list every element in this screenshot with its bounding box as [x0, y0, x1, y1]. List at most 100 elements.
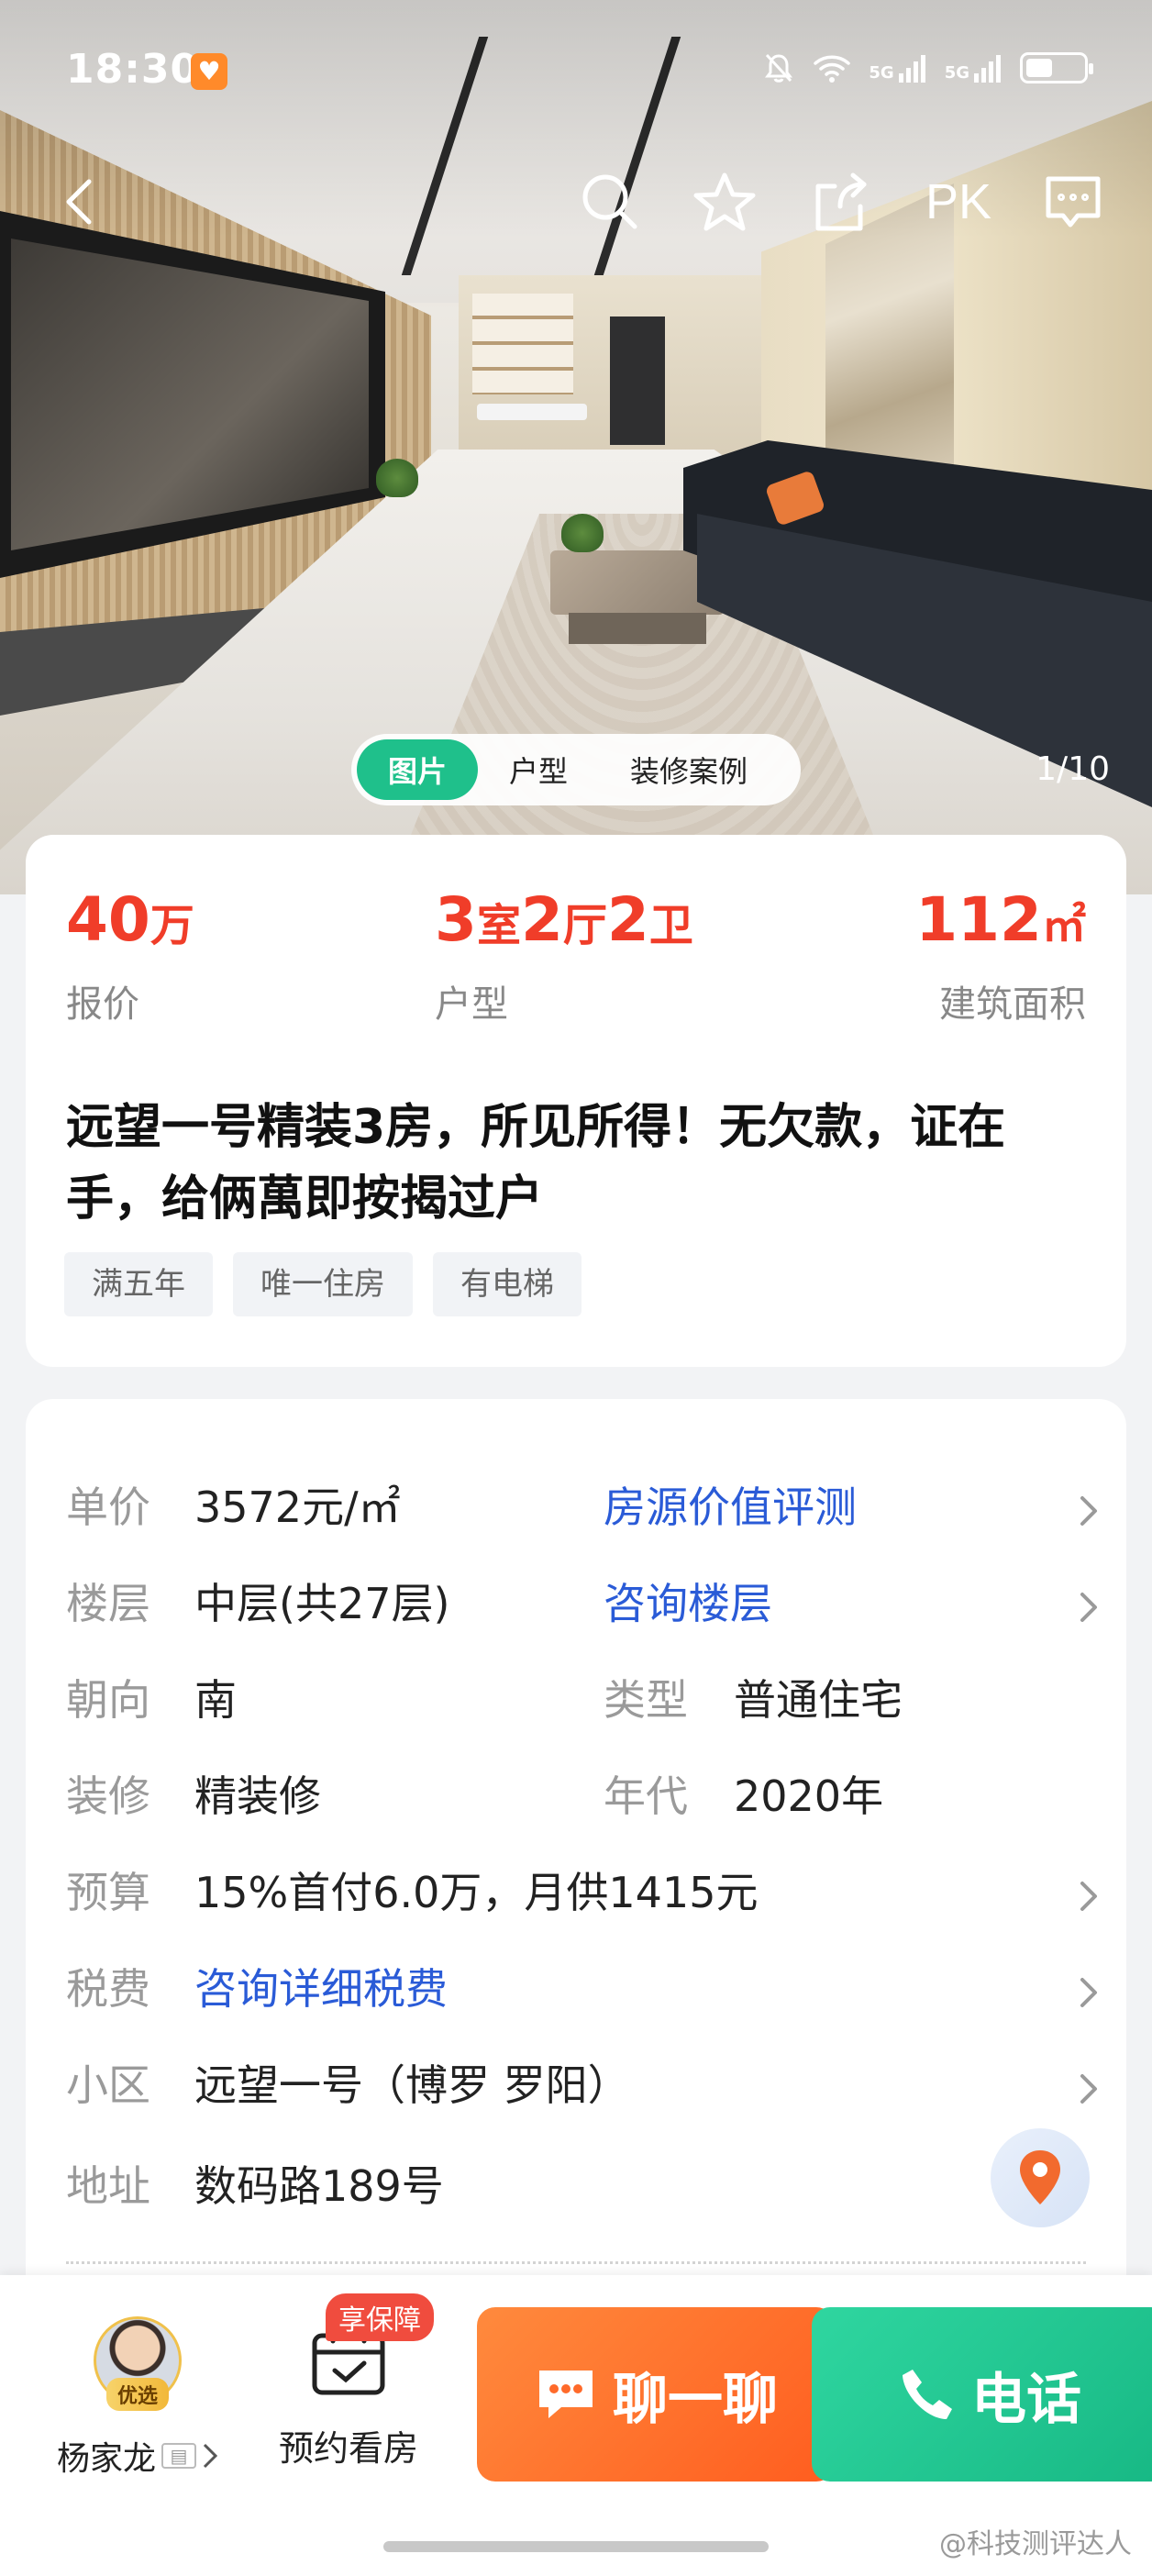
battery-icon: [1020, 52, 1093, 83]
media-tabs: 图片 户型 装修案例: [351, 734, 801, 805]
details-card: 单价 3572元/㎡ 房源价值评测 楼层 中层(共27层) 咨询楼层 朝向 南 …: [26, 1399, 1126, 2316]
consult-floor-link[interactable]: 咨询楼层: [604, 1571, 772, 1631]
summary-card: 40万 报价 3室2厅2卫 户型 112㎡ 建筑面积 远望一号精装3房，所见所得…: [26, 835, 1126, 1367]
unit-price-label: 单价: [66, 1482, 150, 1532]
rooms-unit: 室: [476, 900, 521, 951]
appointment-label: 预约看房: [278, 2428, 418, 2469]
top-nav: PK: [0, 161, 1152, 243]
status-bar: 18:30 ♥ 5G 5G: [0, 0, 1152, 147]
tag: 有电梯: [433, 1252, 582, 1316]
pk-label: PK: [925, 174, 992, 229]
chevron-right-icon[interactable]: [1079, 1970, 1099, 2007]
layout-value: 3室2厅2卫: [435, 890, 693, 950]
address-value: 数码路189号: [194, 2161, 444, 2211]
orientation-value: 南: [194, 1675, 237, 1725]
network-type-label: 5G: [869, 63, 894, 83]
cell-signal-1: 5G: [869, 53, 927, 83]
pk-compare-button[interactable]: PK: [913, 161, 1004, 243]
avatar[interactable]: 优选: [94, 2316, 182, 2411]
price-number: 40: [66, 884, 150, 955]
area-number: 112: [915, 884, 1042, 955]
year-value: 2020年: [734, 1771, 884, 1821]
id-card-icon: ▤: [161, 2443, 196, 2469]
address-label: 地址: [66, 2161, 150, 2211]
chevron-left-icon: [66, 179, 92, 225]
agent-profile[interactable]: 优选 杨家龙 ▤: [37, 2316, 238, 2480]
heart-icon: ♥: [191, 53, 227, 90]
back-button[interactable]: [46, 161, 110, 243]
chevron-right-icon[interactable]: [1079, 1873, 1099, 1911]
listing-title: 远望一号精装3房，所见所得！无欠款，证在手，给俩萬即按揭过户: [66, 1100, 1006, 1227]
photo-doorway: [610, 316, 665, 445]
location-pin-icon: [1020, 2150, 1060, 2204]
tab-photos[interactable]: 图片: [357, 739, 479, 800]
tax-label: 税费: [66, 1964, 150, 2014]
floor-label: 楼层: [66, 1579, 150, 1628]
orientation-label: 朝向: [66, 1675, 150, 1725]
rooms-number: 3: [435, 884, 477, 955]
search-button[interactable]: [569, 161, 651, 243]
divider: [66, 2261, 1086, 2264]
area-value: 112㎡: [915, 890, 1086, 950]
message-button[interactable]: [1032, 161, 1114, 243]
chevron-right-icon[interactable]: [1079, 2066, 1099, 2104]
tab-decoration-cases[interactable]: 装修案例: [599, 739, 779, 800]
phone-icon: [903, 2370, 952, 2419]
budget-row[interactable]: 预算 15%首付6.0万，月供1415元: [66, 1853, 1102, 1926]
photo-coffee-table-base: [569, 613, 706, 644]
share-icon: [815, 172, 867, 231]
chevron-right-icon[interactable]: [1079, 1584, 1099, 1622]
type-label: 类型: [604, 1675, 688, 1725]
community-value: 远望一号（博罗 罗阳）: [194, 2060, 630, 2110]
network-type-label: 5G: [944, 63, 969, 83]
halls-unit: 厅: [562, 900, 607, 951]
area-unit: ㎡: [1041, 900, 1086, 951]
community-label: 小区: [66, 2060, 150, 2110]
consult-tax-link[interactable]: 咨询详细税费: [194, 1956, 448, 2016]
decoration-value: 精装修: [194, 1771, 321, 1821]
unit-price-row: 单价 3572元/㎡ 房源价值评测: [66, 1468, 1102, 1541]
agent-name-row[interactable]: 杨家龙 ▤: [37, 2432, 238, 2480]
agent-name: 杨家龙: [56, 2440, 156, 2478]
bottom-action-bar: 优选 杨家龙 ▤ 预约看房 享保障 聊一聊 电话 @科技测评达人: [0, 2275, 1152, 2576]
battery-level: [1026, 59, 1052, 77]
price-stat: 40万 报价: [66, 890, 194, 1027]
call-button[interactable]: 电话: [812, 2307, 1152, 2482]
layout-label: 户型: [435, 983, 508, 1026]
chevron-right-icon[interactable]: [1079, 1488, 1099, 1526]
photo-plant: [376, 459, 418, 497]
favorite-button[interactable]: [683, 161, 766, 243]
layout-stat: 3室2厅2卫 户型: [435, 890, 693, 1027]
share-button[interactable]: [798, 161, 881, 243]
message-icon: [1046, 176, 1101, 228]
floor-row: 楼层 中层(共27层) 咨询楼层: [66, 1564, 1102, 1638]
year-label: 年代: [604, 1771, 688, 1821]
photo-counter: 1/10: [1036, 750, 1110, 788]
price-unit: 万: [150, 900, 194, 951]
floor-value: 中层(共27层): [194, 1579, 450, 1628]
baths-number: 2: [606, 884, 649, 955]
unit-price-value: 3572元/㎡: [194, 1482, 401, 1532]
orientation-row: 朝向 南 类型 普通住宅: [66, 1660, 1102, 1734]
tag: 满五年: [64, 1252, 213, 1316]
chat-button[interactable]: 聊一聊: [477, 2307, 835, 2482]
tax-row[interactable]: 税费 咨询详细税费: [66, 1949, 1102, 2023]
area-stat: 112㎡ 建筑面积: [915, 890, 1086, 1027]
value-assessment-link[interactable]: 房源价值评测: [604, 1474, 857, 1535]
cell-signal-2: 5G: [945, 53, 1003, 83]
price-value: 40万: [66, 890, 194, 950]
home-indicator[interactable]: [383, 2541, 769, 2552]
map-button[interactable]: [991, 2128, 1090, 2227]
halls-number: 2: [520, 884, 563, 955]
tab-floor-plan[interactable]: 户型: [478, 739, 599, 800]
chevron-right-icon: [203, 2443, 218, 2469]
community-row[interactable]: 小区 远望一号（博罗 罗阳）: [66, 2046, 1102, 2119]
photo-shelf: [472, 294, 573, 394]
mute-icon: [765, 53, 793, 83]
decoration-row: 装修 精装修 年代 2020年: [66, 1757, 1102, 1830]
year-field: 年代 2020年: [604, 1763, 883, 1824]
tag-list: 满五年 唯一住房 有电梯: [64, 1252, 582, 1316]
status-icons: 5G 5G: [762, 51, 1093, 84]
search-icon: [582, 174, 637, 229]
preferred-badge: 优选: [105, 2378, 170, 2411]
